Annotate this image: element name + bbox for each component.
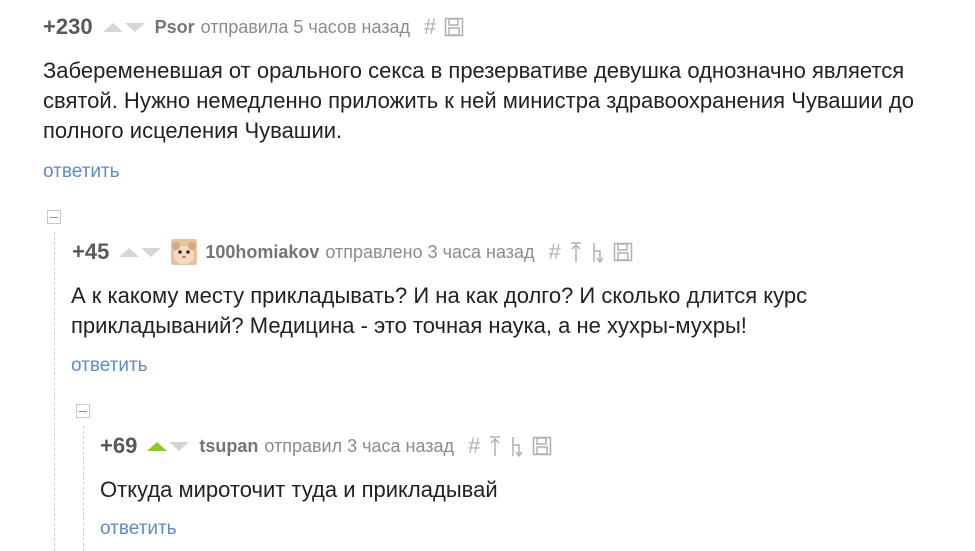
vote-controls bbox=[102, 22, 145, 32]
hash-icon[interactable]: # bbox=[549, 239, 561, 265]
comment-header: +69 tsupan отправил 3 часа назад # bbox=[100, 433, 560, 459]
tree-branch-icon[interactable] bbox=[510, 435, 524, 457]
downvote-icon[interactable] bbox=[169, 441, 190, 451]
upvote-icon[interactable] bbox=[102, 22, 123, 32]
comment-text: А к какому месту прикладывать? И на как … bbox=[71, 283, 808, 338]
comment-score: +45 bbox=[72, 239, 110, 264]
comment-timestamp[interactable]: отправил 3 часа назад bbox=[264, 436, 454, 457]
downvote-icon[interactable] bbox=[141, 247, 162, 257]
comment-text: Забеременевшая от орального секса в през… bbox=[43, 58, 914, 143]
upvote-icon[interactable] bbox=[119, 247, 140, 257]
comment-header: +230 Psor отправила 5 часов назад # bbox=[43, 14, 472, 40]
vote-controls bbox=[147, 441, 190, 451]
save-icon[interactable] bbox=[444, 17, 464, 37]
avatar[interactable] bbox=[171, 239, 198, 265]
comment-text: Откуда мироточит туда и прикладывай bbox=[100, 477, 498, 502]
save-icon[interactable] bbox=[532, 436, 552, 456]
reply-link[interactable]: ответить bbox=[100, 518, 177, 540]
thread-line bbox=[54, 232, 55, 551]
arrow-up-parent-icon[interactable] bbox=[569, 241, 583, 263]
comment-header: +45 100homiakov отправлено 3 часа назад … bbox=[72, 239, 641, 265]
collapse-thread-button[interactable] bbox=[47, 210, 61, 224]
author-link[interactable]: Psor bbox=[155, 17, 195, 38]
author-link[interactable]: 100homiakov bbox=[205, 242, 319, 263]
reply-link[interactable]: ответить bbox=[43, 161, 120, 183]
thread-line bbox=[83, 426, 84, 551]
comment-timestamp[interactable]: отправлено 3 часа назад bbox=[325, 242, 534, 263]
comment-timestamp[interactable]: отправила 5 часов назад bbox=[201, 17, 410, 38]
hash-icon[interactable]: # bbox=[468, 433, 480, 459]
upvote-icon[interactable] bbox=[147, 441, 168, 451]
collapse-thread-button[interactable] bbox=[76, 404, 90, 418]
vote-controls bbox=[119, 247, 162, 257]
save-icon[interactable] bbox=[613, 242, 633, 262]
comment-score: +69 bbox=[100, 433, 138, 458]
reply-link[interactable]: ответить bbox=[71, 355, 148, 377]
arrow-up-parent-icon[interactable] bbox=[488, 435, 502, 457]
author-link[interactable]: tsupan bbox=[199, 436, 258, 457]
downvote-icon[interactable] bbox=[124, 22, 145, 32]
hash-icon[interactable]: # bbox=[424, 14, 436, 40]
tree-branch-icon[interactable] bbox=[591, 241, 605, 263]
comment-score: +230 bbox=[43, 14, 93, 39]
